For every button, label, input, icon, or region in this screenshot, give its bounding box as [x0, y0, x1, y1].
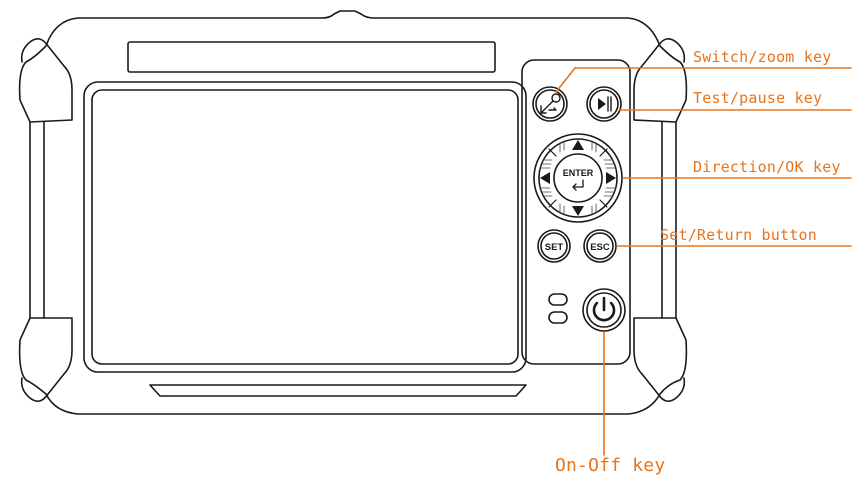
return-arrow-icon — [572, 179, 584, 191]
arrow-down-icon[interactable] — [572, 206, 584, 216]
bumper-top-left — [20, 38, 73, 123]
callout-set-return: Set/Return button — [660, 226, 817, 244]
esc-key-label: ESC — [590, 242, 610, 253]
indicator-led — [548, 293, 568, 306]
arrow-up-icon[interactable] — [572, 140, 584, 150]
callout-test-pause: Test/pause key — [693, 89, 823, 107]
callout-direction-ok: Direction/OK key — [693, 158, 841, 176]
play-pause-icon — [598, 96, 612, 112]
callout-on-off: On-Off key — [555, 455, 666, 476]
indicator-led — [548, 311, 568, 324]
screen — [91, 89, 519, 365]
callout-switch-zoom: Switch/zoom key — [693, 48, 832, 66]
bumper-bottom-left — [20, 317, 73, 402]
top-slot — [127, 41, 496, 73]
bumper-bottom-right — [633, 317, 686, 402]
enter-key-label: ENTER — [563, 168, 594, 178]
screen-bezel — [83, 81, 527, 373]
set-key-label: SET — [545, 242, 564, 253]
arrow-left-icon[interactable] — [540, 172, 550, 184]
bottom-lip — [149, 384, 527, 397]
power-icon — [592, 296, 616, 322]
direction-pad-segment-dividers — [548, 148, 608, 208]
magnifier-arrows-icon — [540, 93, 561, 114]
arrow-right-icon[interactable] — [606, 172, 616, 184]
